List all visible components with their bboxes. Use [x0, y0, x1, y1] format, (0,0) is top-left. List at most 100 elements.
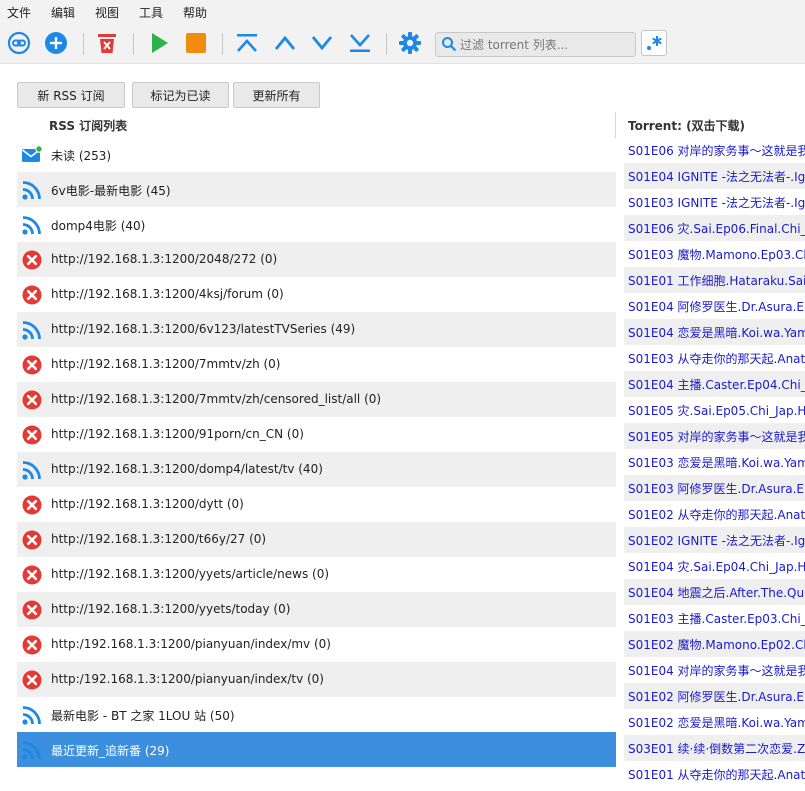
new-rss-feed-button[interactable]: 新 RSS 订阅: [17, 82, 125, 108]
toolbar-separator: [133, 33, 134, 55]
feed-item-label: http://192.168.1.3:1200/7mmtv/zh (0): [51, 357, 281, 371]
torrent-item[interactable]: S01E02 魔物.Mamono.Ep02.Chi_: [624, 631, 805, 657]
regex-toggle-button[interactable]: [641, 30, 667, 56]
torrent-item[interactable]: S01E05 对岸的家务事～这就是我: [624, 423, 805, 449]
feed-item[interactable]: http:/192.168.1.3:1200/pianyuan/index/mv…: [17, 627, 616, 662]
add-icon: [45, 32, 67, 54]
feed-item[interactable]: 未读 (253): [17, 137, 616, 172]
move-down-button[interactable]: [309, 30, 335, 56]
torrent-item[interactable]: S01E05 灾.Sai.Ep05.Chi_Jap.HD: [624, 397, 805, 423]
torrent-item-label: S01E04 IGNITE -法之无法者-.Ign: [628, 170, 805, 184]
torrent-item[interactable]: S01E03 IGNITE -法之无法者-.Ign: [624, 189, 805, 215]
move-up-icon: [274, 35, 296, 50]
feed-item[interactable]: domp4电影 (40): [17, 207, 616, 242]
pause-button[interactable]: [183, 30, 209, 56]
torrent-item[interactable]: S01E01 工作细胞.Hataraku.Saibo: [624, 267, 805, 293]
feed-item[interactable]: http://192.168.1.3:1200/91porn/cn_CN (0): [17, 417, 616, 452]
feed-item[interactable]: 最新电影 - BT 之家 1LOU 站 (50): [17, 697, 616, 732]
feeds-list-header: RSS 订阅列表: [49, 119, 128, 133]
feed-item[interactable]: http://192.168.1.3:1200/2048/272 (0): [17, 242, 616, 277]
feed-item[interactable]: 最近更新_追新番 (29): [17, 732, 616, 767]
torrent-item[interactable]: S01E04 阿修罗医生.Dr.Asura.Ep0: [624, 293, 805, 319]
search-box: [435, 32, 636, 57]
resume-button[interactable]: [146, 30, 172, 56]
torrent-item-label: S01E04 阿修罗医生.Dr.Asura.Ep0: [628, 300, 805, 314]
torrent-item[interactable]: S01E06 对岸的家务事～这就是我: [624, 137, 805, 163]
feed-item[interactable]: http:/192.168.1.3:1200/pianyuan/index/tv…: [17, 662, 616, 697]
feed-item-label: 最新电影 - BT 之家 1LOU 站 (50): [51, 709, 235, 723]
menu-help[interactable]: 帮助: [183, 4, 207, 21]
torrent-item[interactable]: S01E03 恋爱是黑暗.Koi.wa.Yami.: [624, 449, 805, 475]
torrent-item-label: S01E02 阿修罗医生.Dr.Asura.Ep0: [628, 690, 805, 704]
torrent-item-label: S01E02 IGNITE -法之无法者-.Ign: [628, 534, 805, 548]
feed-item[interactable]: http://192.168.1.3:1200/6v123/latestTVSe…: [17, 312, 616, 347]
torrent-item-label: S01E06 灾.Sai.Ep06.Final.Chi_Ja: [628, 222, 805, 236]
feed-item[interactable]: http://192.168.1.3:1200/yyets/article/ne…: [17, 557, 616, 592]
error-icon: [21, 424, 43, 446]
move-bottom-button[interactable]: [347, 30, 373, 56]
feed-item[interactable]: http://192.168.1.3:1200/t66y/27 (0): [17, 522, 616, 557]
torrent-item[interactable]: S03E01 续·续·倒数第二次恋爱.Zo: [624, 735, 805, 761]
torrent-item-label: S01E02 从夺走你的那天起.Anata: [628, 508, 805, 522]
feed-item[interactable]: http://192.168.1.3:1200/dytt (0): [17, 487, 616, 522]
torrent-item[interactable]: S01E02 从夺走你的那天起.Anata: [624, 501, 805, 527]
rss-icon: [21, 459, 43, 481]
search-input[interactable]: [460, 35, 630, 54]
torrent-item-label: S01E03 IGNITE -法之无法者-.Ign: [628, 196, 805, 210]
add-torrent-button[interactable]: [43, 30, 69, 56]
error-icon: [21, 249, 43, 271]
torrent-item[interactable]: S01E01 从夺走你的那天起.Anata: [624, 761, 805, 787]
feed-item[interactable]: 6v电影-最新电影 (45): [17, 172, 616, 207]
torrent-item[interactable]: S01E04 恋爱是黑暗.Koi.wa.Yami.: [624, 319, 805, 345]
menu-edit[interactable]: 编辑: [51, 4, 75, 21]
feed-item-label: 6v电影-最新电影 (45): [51, 184, 171, 198]
error-icon: [21, 529, 43, 551]
regex-icon: [647, 36, 662, 50]
update-all-button[interactable]: 更新所有: [233, 82, 320, 108]
feed-item-label: http://192.168.1.3:1200/t66y/27 (0): [51, 532, 267, 546]
feed-item[interactable]: http://192.168.1.3:1200/4ksj/forum (0): [17, 277, 616, 312]
feed-item[interactable]: http://192.168.1.3:1200/7mmtv/zh (0): [17, 347, 616, 382]
feed-item-label: http://192.168.1.3:1200/yyets/today (0): [51, 602, 291, 616]
torrent-item[interactable]: S01E04 对岸的家务事～这就是我: [624, 657, 805, 683]
resume-icon: [152, 33, 168, 53]
feed-item[interactable]: http://192.168.1.3:1200/7mmtv/zh/censore…: [17, 382, 616, 417]
panel-divider[interactable]: [615, 112, 616, 138]
torrent-item-label: S01E05 对岸的家务事～这就是我: [628, 430, 805, 444]
rss-icon: [21, 704, 43, 726]
toolbar-separator: [83, 33, 84, 55]
torrent-item[interactable]: S01E04 地震之后.After.The.Quak: [624, 579, 805, 605]
torrent-item[interactable]: S01E03 阿修罗医生.Dr.Asura.Ep0: [624, 475, 805, 501]
torrent-item[interactable]: S01E03 魔物.Mamono.Ep03.Chi_: [624, 241, 805, 267]
torrent-item[interactable]: S01E04 灾.Sai.Ep04.Chi_Jap.HD: [624, 553, 805, 579]
torrent-item[interactable]: S01E03 从夺走你的那天起.Anata: [624, 345, 805, 371]
torrent-item-label: S01E04 灾.Sai.Ep04.Chi_Jap.HD: [628, 560, 805, 574]
move-bottom-icon: [350, 34, 370, 52]
menu-view[interactable]: 视图: [95, 4, 119, 21]
add-link-button[interactable]: [6, 30, 32, 56]
error-icon: [21, 284, 43, 306]
torrent-item[interactable]: S01E02 阿修罗医生.Dr.Asura.Ep0: [624, 683, 805, 709]
feed-item[interactable]: http://192.168.1.3:1200/yyets/today (0): [17, 592, 616, 627]
move-top-button[interactable]: [234, 30, 260, 56]
torrent-item-label: S01E03 主播.Caster.Ep03.Chi_Ja: [628, 612, 805, 626]
feed-item[interactable]: http://192.168.1.3:1200/domp4/latest/tv …: [17, 452, 616, 487]
torrent-item[interactable]: S01E04 主播.Caster.Ep04.Chi_Ja: [624, 371, 805, 397]
feed-item-label: domp4电影 (40): [51, 219, 146, 233]
torrent-item-label: S01E04 恋爱是黑暗.Koi.wa.Yami.: [628, 326, 805, 340]
rss-icon: [21, 739, 43, 761]
mark-as-read-button[interactable]: 标记为已读: [132, 82, 229, 108]
settings-button[interactable]: [397, 30, 423, 56]
torrent-item[interactable]: S01E06 灾.Sai.Ep06.Final.Chi_Ja: [624, 215, 805, 241]
feed-item-label: 最近更新_追新番 (29): [51, 744, 170, 758]
menu-tools[interactable]: 工具: [139, 4, 163, 21]
torrent-item[interactable]: S01E04 IGNITE -法之无法者-.Ign: [624, 163, 805, 189]
move-up-button[interactable]: [272, 30, 298, 56]
torrent-item-label: S01E04 对岸的家务事～这就是我: [628, 664, 805, 678]
menu-file[interactable]: 文件: [7, 4, 31, 21]
torrent-item[interactable]: S01E02 IGNITE -法之无法者-.Ign: [624, 527, 805, 553]
torrent-item[interactable]: S01E02 恋爱是黑暗.Koi.wa.Yami.: [624, 709, 805, 735]
torrent-item-label: S01E04 主播.Caster.Ep04.Chi_Ja: [628, 378, 805, 392]
delete-button[interactable]: [94, 30, 120, 56]
torrent-item[interactable]: S01E03 主播.Caster.Ep03.Chi_Ja: [624, 605, 805, 631]
